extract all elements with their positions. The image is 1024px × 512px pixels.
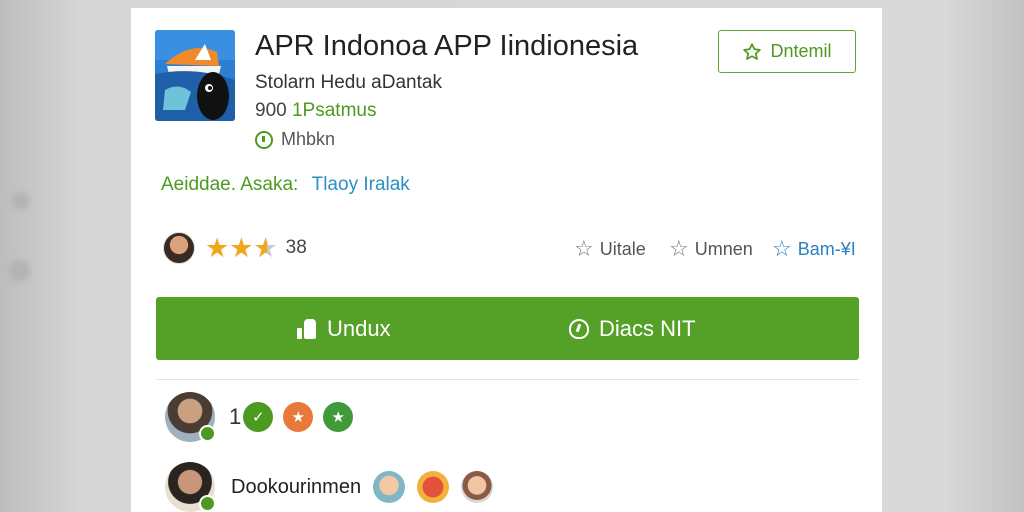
- rating-stars: ★ ★ ★: [205, 233, 278, 264]
- star-half-icon: ★: [253, 233, 277, 264]
- app-title: APR Indonoa APP Iindionesia: [255, 30, 639, 62]
- star-filled-icon: ★: [229, 232, 254, 263]
- star-outline-icon: ☆: [669, 236, 689, 261]
- avatar[interactable]: [373, 471, 406, 503]
- secondary-action-label: Diacs NIT: [599, 315, 696, 341]
- rating-row: ★ ★ ★ 38: [163, 231, 307, 265]
- meta-link-1[interactable]: ☆ Uitale: [574, 236, 646, 262]
- meta-link-label: Umnen: [694, 238, 753, 259]
- status-badge: [199, 425, 216, 442]
- check-circle-icon: [255, 130, 273, 149]
- avatar[interactable]: [417, 471, 450, 503]
- category-tag-secondary[interactable]: Tlaoy Iralak: [312, 174, 410, 195]
- avatar[interactable]: [461, 471, 494, 503]
- meta-link-3[interactable]: ☆ Bam-¥I: [772, 236, 856, 262]
- avatar[interactable]: [165, 462, 216, 512]
- download-count: 900 1Psatmus: [255, 100, 376, 122]
- star-outline-icon: ☆: [772, 236, 792, 261]
- star-filled-icon: ★: [205, 232, 230, 263]
- category-tag[interactable]: Aeiddae. Asaka:: [161, 174, 298, 195]
- verified-label: Mhbkn: [281, 129, 336, 149]
- app-card: APR Indonoa APP Iindionesia Stolarn Hedu…: [131, 8, 882, 512]
- wishlist-button[interactable]: Dntemil: [718, 30, 856, 73]
- wishlist-label: Dntemil: [770, 41, 832, 61]
- install-label: Undux: [327, 315, 391, 341]
- install-button[interactable]: Undux: [297, 297, 391, 360]
- reviewer-name[interactable]: Dookourinmen: [231, 476, 361, 499]
- thumbs-up-icon: [297, 318, 317, 339]
- star-outline-icon: ☆: [574, 236, 594, 261]
- rating-count: 38: [285, 237, 307, 258]
- meta-link-label: Bam-¥I: [797, 238, 856, 259]
- secondary-action-button[interactable]: Diacs NIT: [569, 297, 696, 360]
- meta-link-2[interactable]: ☆ Umnen: [669, 236, 753, 262]
- star-badge-icon: ★: [283, 402, 314, 432]
- background-dot: [12, 192, 30, 210]
- download-number: 900: [255, 100, 287, 121]
- download-unit: 1Psatmus: [291, 100, 377, 121]
- star-badge-icon: ★: [323, 402, 354, 432]
- check-badge-icon: ✓: [243, 402, 274, 432]
- verified-status: Mhbkn: [255, 129, 335, 150]
- review-count: 1: [229, 404, 242, 429]
- reviewer-row: Dookourinmen: [165, 462, 494, 512]
- star-outline-icon: [743, 42, 762, 60]
- app-logo-icon[interactable]: [155, 30, 235, 121]
- divider: [156, 379, 859, 380]
- action-bar: Undux Diacs NIT: [156, 297, 859, 360]
- review-summary-row: 1 ✓ ★ ★: [165, 392, 354, 442]
- developer-link[interactable]: Stolarn Hedu aDantak: [255, 72, 442, 94]
- status-badge: [199, 495, 216, 512]
- avatar[interactable]: [165, 392, 216, 442]
- avatar: [163, 232, 195, 264]
- category-tags: Aeiddae. Asaka: Tlaoy Iralak: [161, 174, 410, 196]
- shield-icon: [569, 318, 589, 339]
- meta-link-label: Uitale: [599, 238, 646, 259]
- background-dot: [8, 260, 30, 282]
